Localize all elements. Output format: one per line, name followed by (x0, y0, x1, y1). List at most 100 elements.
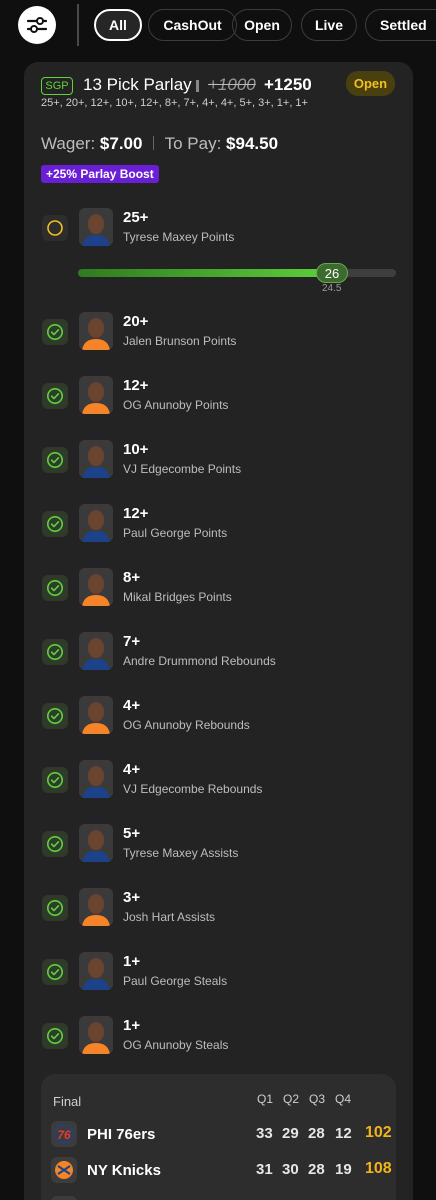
player-avatar (79, 1016, 113, 1054)
filter-button[interactable] (18, 6, 56, 44)
status-tabs: All CashOut Open Live Settled (94, 9, 436, 41)
leg-row[interactable]: 20+ Jalen Brunson Points (24, 312, 413, 362)
leg-description: VJ Edgecombe Points (123, 462, 242, 476)
quarter-score: 19 (335, 1161, 352, 1178)
parlay-boost-badge: +25% Parlay Boost (41, 165, 159, 183)
progress-fill (78, 269, 339, 277)
leg-description: Tyrese Maxey Assists (123, 846, 239, 860)
original-odds: +1000 (208, 75, 256, 94)
check-circle-icon (42, 767, 68, 793)
wager-row: Wager: $7.00 To Pay: $94.50 (41, 134, 278, 154)
to-pay-amount: $94.50 (226, 134, 279, 153)
svg-text:76: 76 (57, 1128, 71, 1142)
scoreboard: Final Q1 Q2 Q3 Q4 76 PHI 76ers 33 29 28 … (41, 1074, 396, 1200)
quarter-header: Q2 (283, 1092, 300, 1106)
quarter-score: 33 (256, 1125, 273, 1142)
filter-bar: All CashOut Open Live Settled (0, 0, 436, 52)
quarter-score: 30 (282, 1161, 299, 1178)
check-circle-icon (42, 575, 68, 601)
leg-line: 3+ (123, 889, 141, 906)
leg-row[interactable]: 4+ VJ Edgecombe Rebounds (24, 760, 413, 810)
quarter-header: Q4 (335, 1092, 352, 1106)
check-circle-icon (42, 319, 68, 345)
divider (77, 4, 79, 46)
check-circle-icon (42, 959, 68, 985)
quarter-score: 28 (308, 1125, 325, 1142)
player-avatar (79, 888, 113, 926)
knicks-logo-icon (51, 1157, 77, 1183)
leg-line: 12+ (123, 505, 149, 522)
player-avatar (79, 824, 113, 862)
check-circle-icon (42, 831, 68, 857)
sliders-icon (27, 17, 47, 33)
check-circle-icon (42, 703, 68, 729)
leg-line: 7+ (123, 633, 141, 650)
team-logo-icon (51, 1196, 77, 1200)
tab-settled[interactable]: Settled (365, 9, 436, 41)
progress-bar (78, 269, 396, 277)
leg-row[interactable]: 1+ Paul George Steals (24, 952, 413, 1002)
legs-summary: 25+, 20+, 12+, 10+, 12+, 8+, 7+, 4+, 4+,… (41, 97, 308, 109)
check-circle-icon (42, 1023, 68, 1049)
leg-description: OG Anunoby Steals (123, 1038, 229, 1052)
sgp-badge: SGP (41, 77, 73, 95)
title-separator (196, 80, 199, 92)
leg-row[interactable]: 10+ VJ Edgecombe Points (24, 440, 413, 490)
tab-cashout[interactable]: CashOut (148, 9, 237, 41)
tab-live[interactable]: Live (301, 9, 357, 41)
leg-row[interactable]: 12+ OG Anunoby Points (24, 376, 413, 426)
leg-row[interactable]: 7+ Andre Drummond Rebounds (24, 632, 413, 682)
player-avatar (79, 760, 113, 798)
leg-row[interactable]: 8+ Mikal Bridges Points (24, 568, 413, 618)
leg-description: Mikal Bridges Points (123, 590, 232, 604)
leg-row[interactable]: 5+ Tyrese Maxey Assists (24, 824, 413, 874)
leg-line: 4+ (123, 697, 141, 714)
progress-target-value: 24.5 (322, 283, 342, 294)
leg-row[interactable]: 1+ OG Anunoby Steals (24, 1016, 413, 1066)
status-badge: Open (346, 71, 395, 96)
player-avatar (79, 568, 113, 606)
quarter-header: Q3 (309, 1092, 326, 1106)
leg-description: Paul George Points (123, 526, 228, 540)
quarter-score: 12 (335, 1125, 352, 1142)
leg-line: 8+ (123, 569, 141, 586)
player-avatar (79, 504, 113, 542)
76ers-logo-icon: 76 (51, 1121, 77, 1147)
player-avatar (79, 952, 113, 990)
leg-description: OG Anunoby Rebounds (123, 718, 250, 732)
player-avatar (79, 376, 113, 414)
check-circle-icon (42, 511, 68, 537)
tab-all[interactable]: All (94, 9, 142, 41)
check-circle-icon (42, 895, 68, 921)
quarter-score: 29 (282, 1125, 299, 1142)
tab-open[interactable]: Open (232, 9, 292, 41)
parlay-title: 13 Pick Parlay (83, 75, 192, 94)
team-name: NY Knicks (87, 1162, 161, 1179)
leg-description: OG Anunoby Points (123, 398, 229, 412)
quarter-score: 31 (256, 1161, 273, 1178)
leg-row[interactable]: 25+ Tyrese Maxey Points (24, 208, 413, 258)
check-circle-icon (42, 383, 68, 409)
bet-card[interactable]: SGP 13 Pick Parlay +1000 +1250 Open 25+,… (24, 62, 413, 1200)
player-avatar (79, 312, 113, 350)
wager-amount: $7.00 (99, 134, 143, 153)
progress-current-value: 26 (316, 263, 348, 283)
leg-description: Andre Drummond Rebounds (123, 654, 276, 668)
player-avatar (79, 696, 113, 734)
team-name: PHI 76ers (87, 1126, 156, 1143)
leg-row[interactable]: 12+ Paul George Points (24, 504, 413, 554)
final-score: 102 (365, 1124, 392, 1141)
pending-circle-icon (42, 215, 68, 241)
leg-description: Paul George Steals (123, 974, 228, 988)
quarter-score: 28 (308, 1161, 325, 1178)
to-pay-label: To Pay: (164, 134, 222, 153)
leg-row[interactable]: 3+ Josh Hart Assists (24, 888, 413, 938)
player-avatar (79, 208, 113, 246)
leg-line: 5+ (123, 825, 141, 842)
boosted-odds: +1250 (264, 75, 312, 94)
leg-line: 12+ (123, 377, 149, 394)
leg-line: 1+ (123, 953, 141, 970)
leg-row[interactable]: 4+ OG Anunoby Rebounds (24, 696, 413, 746)
check-circle-icon (42, 447, 68, 473)
leg-description: VJ Edgecombe Rebounds (123, 782, 263, 796)
